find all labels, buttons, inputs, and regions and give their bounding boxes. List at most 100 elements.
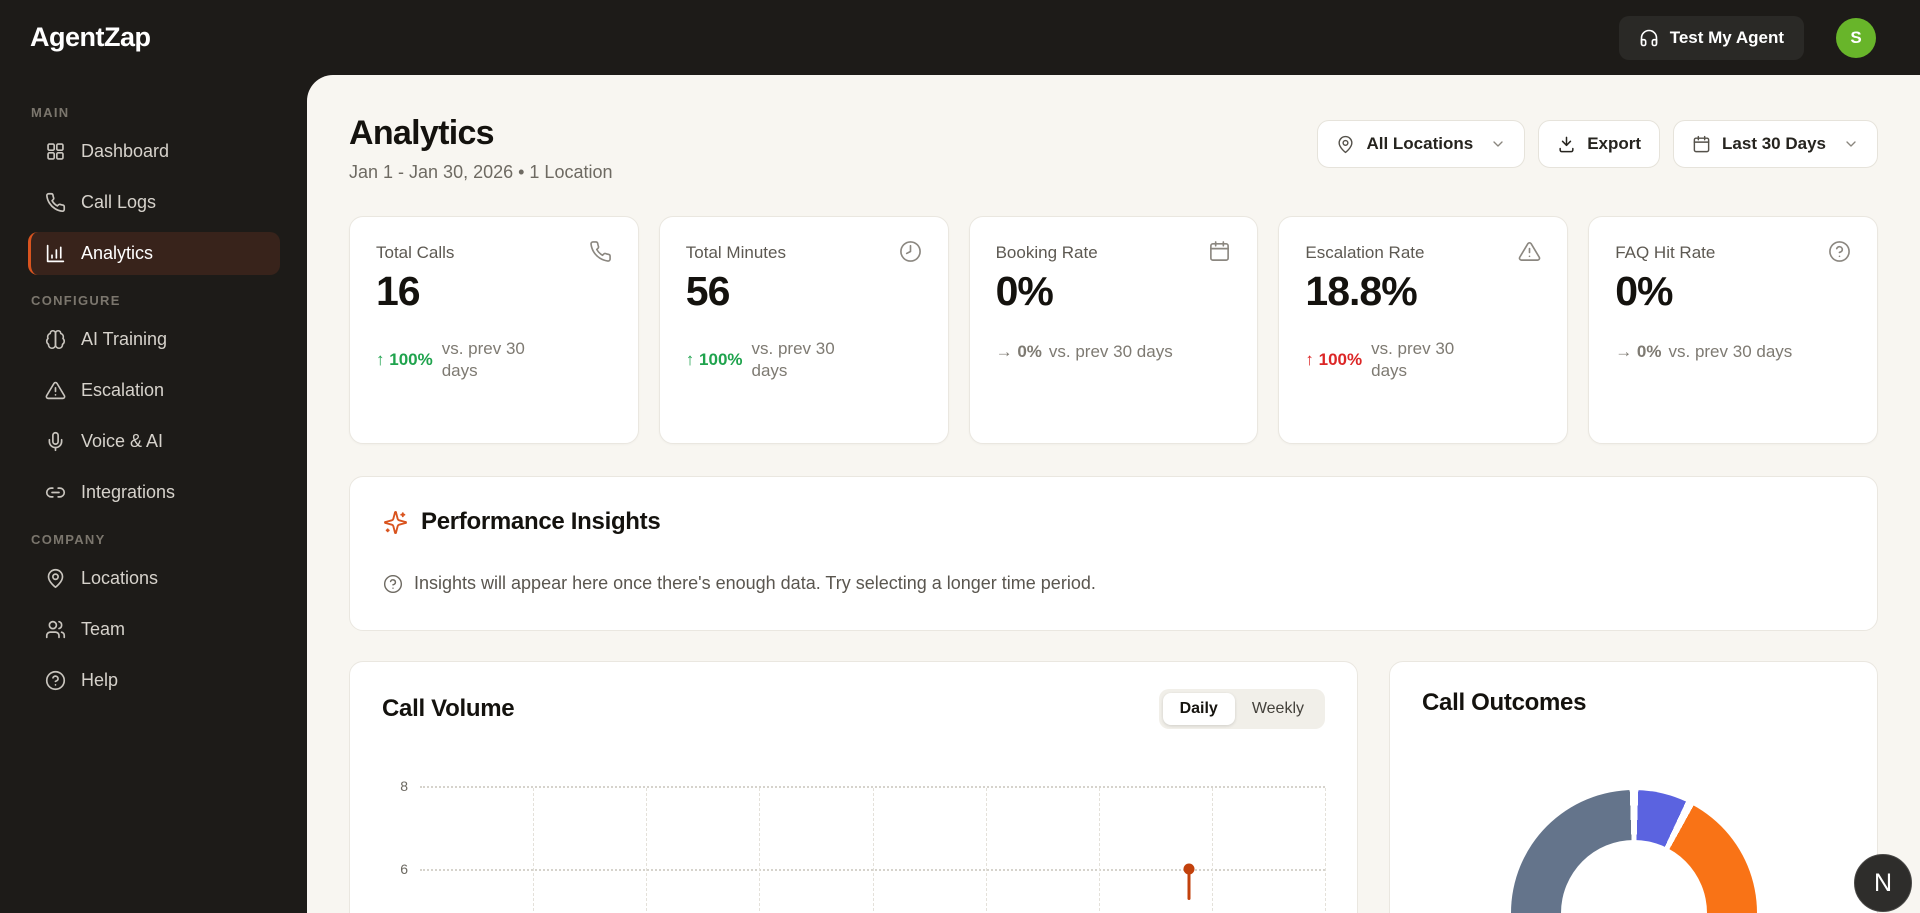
stat-card-total-minutes: Total Minutes 56 ↑ 100% vs. prev 30 days <box>658 216 949 444</box>
sidebar-item-team[interactable]: Team <box>28 608 280 651</box>
gridline-v <box>533 788 535 913</box>
stat-caption: vs. prev 30 days <box>751 339 835 380</box>
stat-value: 56 <box>685 268 731 314</box>
gridline-v <box>1211 788 1213 913</box>
sidebar-item-escalation[interactable]: Escalation <box>28 369 280 412</box>
export-button[interactable]: Export <box>1538 120 1661 168</box>
mic-icon <box>45 431 66 452</box>
gridline-v <box>1098 788 1100 913</box>
performance-insights-card: Performance Insights Insights will appea… <box>349 476 1878 631</box>
sidebar: MAIN Dashboard Call Logs Analytics CONFI… <box>0 75 307 913</box>
call-outcomes-card: Call Outcomes <box>1389 661 1878 913</box>
topbar: AgentZap Test My Agent S <box>0 0 1920 75</box>
gridline-v <box>759 788 761 913</box>
gridline-v <box>1325 788 1326 913</box>
sidebar-item-label: Voice & AI <box>81 431 164 451</box>
stat-value: 16 <box>376 268 421 314</box>
alert-triangle-icon <box>45 380 66 401</box>
data-point[interactable] <box>1183 863 1195 875</box>
calendar-icon <box>1692 135 1711 154</box>
stat-trend: ↑ 100% <box>376 349 433 369</box>
bar-chart-icon <box>45 243 66 264</box>
call-volume-title: Call Volume <box>382 695 515 722</box>
stat-card-booking-rate: Booking Rate 0% → 0% vs. prev 30 days <box>968 216 1259 444</box>
map-pin-icon <box>45 568 66 589</box>
test-my-agent-button[interactable]: Test My Agent <box>1618 15 1804 60</box>
stat-trend: ↑ 100% <box>685 349 743 369</box>
avatar[interactable]: S <box>1836 17 1876 58</box>
filters: All Locations Export Last 30 Days <box>1317 120 1878 168</box>
chevron-down-icon <box>1843 136 1859 152</box>
calendar-icon <box>1208 240 1231 263</box>
sidebar-item-dashboard[interactable]: Dashboard <box>28 130 280 173</box>
sidebar-section-main: MAIN <box>31 105 70 120</box>
sidebar-item-ai-training[interactable]: AI Training <box>28 318 280 361</box>
call-volume-card: Call Volume Daily Weekly 8 6 <box>349 661 1358 913</box>
stat-caption: vs. prev 30 days <box>1048 342 1173 361</box>
users-icon <box>45 619 66 640</box>
phone-icon <box>45 192 66 213</box>
call-outcomes-title: Call Outcomes <box>1422 689 1587 716</box>
main-content: Analytics Jan 1 - Jan 30, 2026 • 1 Locat… <box>307 75 1920 913</box>
call-outcomes-donut-chart[interactable] <box>1510 790 1757 913</box>
insights-title: Performance Insights <box>421 508 661 535</box>
gridline-v <box>646 788 648 913</box>
stats-row: Total Calls 16 ↑ 100% vs. prev 30 days T… <box>349 216 1878 444</box>
date-range-value: Last 30 Days <box>1722 134 1826 153</box>
sidebar-item-label: AI Training <box>81 329 168 349</box>
stat-label: Total Calls <box>376 243 455 262</box>
sidebar-item-integrations[interactable]: Integrations <box>28 471 280 514</box>
sidebar-item-call-logs[interactable]: Call Logs <box>28 181 280 224</box>
stat-label: FAQ Hit Rate <box>1615 243 1716 262</box>
date-range-dropdown[interactable]: Last 30 Days <box>1673 120 1878 168</box>
nextjs-dev-tools-button[interactable]: N <box>1854 854 1912 912</box>
sidebar-item-label: Integrations <box>81 482 176 502</box>
sidebar-item-analytics[interactable]: Analytics <box>28 232 280 275</box>
data-line-segment <box>1187 872 1191 900</box>
location-filter-dropdown[interactable]: All Locations <box>1317 120 1526 168</box>
sidebar-item-label: Call Logs <box>81 192 157 212</box>
link-icon <box>45 482 66 503</box>
stat-card-escalation-rate: Escalation Rate 18.8% ↑ 100% vs. prev 30… <box>1278 216 1569 444</box>
export-label: Export <box>1587 134 1642 153</box>
app-logo: AgentZap <box>30 22 151 52</box>
sidebar-item-label: Team <box>81 619 126 639</box>
stat-value: 0% <box>995 268 1054 314</box>
sidebar-item-voice-ai[interactable]: Voice & AI <box>28 420 280 463</box>
page-subtitle: Jan 1 - Jan 30, 2026 • 1 Location <box>349 162 613 182</box>
y-tick: 8 <box>400 778 408 794</box>
page-header: Analytics Jan 1 - Jan 30, 2026 • 1 Locat… <box>349 75 1878 183</box>
dashboard-icon <box>45 141 66 162</box>
charts-row: Call Volume Daily Weekly 8 6 Call Outcom… <box>349 661 1878 913</box>
gridline-v <box>872 788 874 913</box>
stat-caption: vs. prev 30 days <box>1371 339 1455 380</box>
call-volume-chart: 8 6 <box>382 778 1326 913</box>
plot-area <box>420 786 1326 913</box>
gridline-v <box>985 788 987 913</box>
sidebar-item-help[interactable]: Help <box>28 659 280 702</box>
toggle-daily[interactable]: Daily <box>1162 693 1235 725</box>
brain-icon <box>45 329 66 350</box>
help-circle-icon <box>45 670 66 691</box>
sidebar-item-label: Escalation <box>81 380 165 400</box>
stat-label: Total Minutes <box>685 243 786 262</box>
sidebar-item-locations[interactable]: Locations <box>28 557 280 600</box>
call-volume-toggle: Daily Weekly <box>1158 689 1325 729</box>
page-title: Analytics <box>349 114 495 152</box>
alert-triangle-icon <box>1518 240 1541 263</box>
sparkles-icon <box>383 510 408 535</box>
toggle-weekly[interactable]: Weekly <box>1235 693 1321 725</box>
stat-trend: ↑ 100% <box>1305 349 1363 369</box>
sidebar-item-label: Analytics <box>81 243 154 263</box>
help-circle-icon <box>383 574 403 594</box>
insights-message: Insights will appear here once there's e… <box>414 573 1096 593</box>
stat-label: Booking Rate <box>995 243 1098 262</box>
chevron-down-icon <box>1490 136 1506 152</box>
stat-trend: → 0% <box>995 341 1042 361</box>
topbar-right: Test My Agent S <box>1618 15 1876 60</box>
sidebar-item-label: Dashboard <box>81 141 170 161</box>
download-icon <box>1557 135 1576 154</box>
help-circle-icon <box>1828 240 1851 263</box>
location-filter-value: All Locations <box>1366 134 1474 153</box>
stat-value: 0% <box>1615 268 1673 314</box>
